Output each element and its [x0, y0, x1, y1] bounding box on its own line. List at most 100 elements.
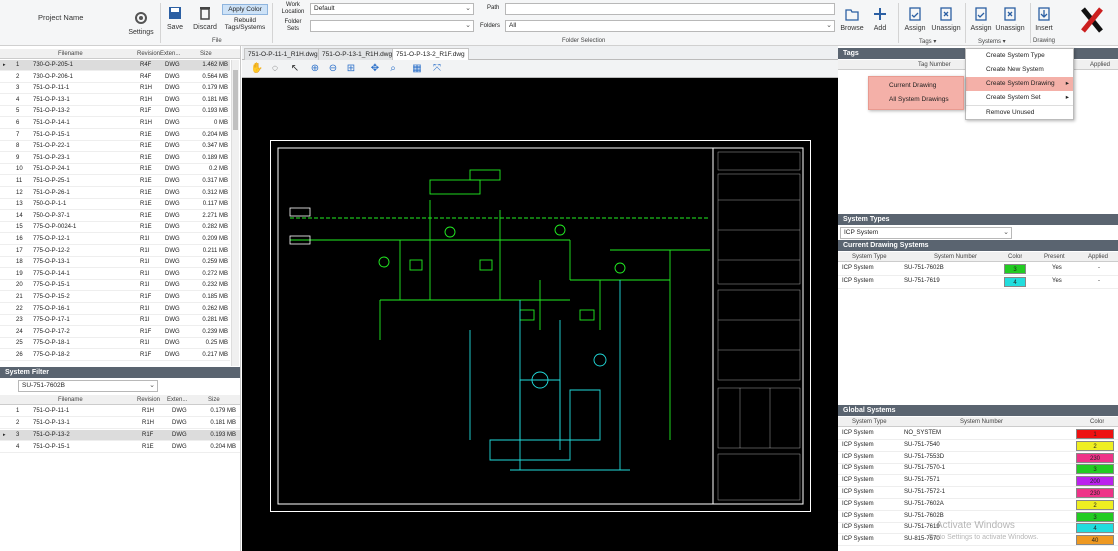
table-row[interactable]: ICP System NO_SYSTEM 1 — [838, 428, 1118, 440]
tags-assign-button[interactable]: Assign — [902, 6, 928, 33]
table-row[interactable]: 14 750-O-P-37-1 R1E DWG 2.271 MB — [0, 211, 230, 222]
table-row[interactable]: 17 775-O-P-12-2 R1I DWG 0.211 MB — [0, 246, 230, 257]
insert-button[interactable]: Insert — [1032, 6, 1056, 33]
table-row[interactable]: 7 751-O-P-15-1 R1E DWG 0.204 MB — [0, 130, 230, 141]
menu-remove-unused[interactable]: Remove Unused — [966, 105, 1073, 119]
table-row[interactable]: 25 775-O-P-18-1 R1I DWG 0.25 MB — [0, 338, 230, 350]
submenu-all-system-drawings[interactable]: All System Drawings — [869, 93, 963, 107]
tags-group-label[interactable]: Tags ▾ — [919, 38, 936, 45]
zoom-in-icon[interactable]: ⊕ — [308, 62, 322, 76]
lasso-icon[interactable]: ◌ — [268, 62, 282, 76]
zoom-window-icon[interactable]: ⊞ — [344, 62, 358, 76]
table-row[interactable]: ICP System SU-751-7602A 2 — [838, 499, 1118, 511]
apply-color-button[interactable]: Apply Color — [222, 4, 268, 15]
color-swatch[interactable]: 3 — [1076, 464, 1114, 475]
folder-sets-select[interactable]: ⌄ — [310, 20, 474, 32]
table-row[interactable]: 3 751-O-P-11-1 R1H DWG 0.179 MB — [0, 83, 230, 95]
systems-group-label[interactable]: Systems ▾ — [978, 38, 1006, 45]
color-swatch[interactable]: 200 — [1076, 476, 1114, 487]
system-types-select[interactable]: ICP System ⌄ — [840, 227, 1012, 239]
header-color[interactable]: Color — [1090, 417, 1104, 427]
pid-drawing-canvas[interactable] — [270, 140, 811, 512]
header-size[interactable]: Size — [200, 49, 212, 59]
zoom-search-icon[interactable]: ⌕ — [386, 62, 400, 76]
header-filename[interactable]: Filename — [58, 395, 83, 405]
menu-create-system-type[interactable]: Create System Type — [966, 49, 1073, 63]
header-revision[interactable]: Revision — [137, 395, 160, 405]
tab-drawing-2[interactable]: 751-O-P-13-1_R1H.dwg — [318, 48, 397, 60]
color-swatch[interactable]: 40 — [1076, 535, 1114, 546]
menu-create-system-set[interactable]: Create System Set ▸ — [966, 91, 1073, 105]
table-row[interactable]: 4 751-O-P-13-1 R1H DWG 0.181 MB — [0, 95, 230, 106]
table-row[interactable]: ▸ 1 730-O-P-205-1 R4F DWG 1.462 MB — [0, 60, 230, 71]
tab-drawing-3[interactable]: 751-O-P-13-2_R1F.dwg — [392, 48, 469, 60]
table-row[interactable]: 22 775-O-P-16-1 R1I DWG 0.262 MB — [0, 304, 230, 315]
table-row[interactable]: 26 775-O-P-18-2 R1F DWG 0.217 MB — [0, 350, 230, 361]
header-applied[interactable]: Applied — [1088, 252, 1108, 262]
header-system-number[interactable]: System Number — [934, 252, 977, 262]
table-row[interactable]: 9 751-O-P-23-1 R1E DWG 0.189 MB — [0, 153, 230, 164]
table-row[interactable]: 6 751-O-P-14-1 R1H DWG 0 MB — [0, 118, 230, 129]
header-present[interactable]: Present — [1044, 252, 1065, 262]
table-row[interactable]: 2 730-O-P-206-1 R4F DWG 0.564 MB — [0, 72, 230, 83]
header-applied[interactable]: Applied — [1090, 60, 1110, 70]
pointer-icon[interactable]: ↖ — [288, 62, 302, 76]
color-swatch[interactable]: 2 — [1076, 499, 1114, 510]
table-row[interactable]: 21 775-O-P-15-2 R1F DWG 0.185 MB — [0, 292, 230, 303]
tags-unassign-button[interactable]: Unassign — [930, 6, 962, 33]
work-location-select[interactable]: Default ⌄ — [310, 3, 474, 15]
scrollbar-thumb[interactable] — [233, 70, 238, 130]
table-row[interactable]: 20 775-O-P-15-1 R1I DWG 0.232 MB — [0, 280, 230, 292]
color-swatch[interactable]: 3 — [1076, 511, 1114, 522]
table-row[interactable]: 19 775-O-P-14-1 R1I DWG 0.272 MB — [0, 269, 230, 280]
table-row[interactable]: ICP System SU-751-7570-1 3 — [838, 463, 1118, 476]
path-input[interactable] — [505, 3, 835, 15]
header-extension[interactable]: Exten... — [160, 49, 180, 59]
color-swatch[interactable]: 1 — [1076, 429, 1114, 439]
table-row[interactable]: 5 751-O-P-13-2 R1F DWG 0.193 MB — [0, 106, 230, 118]
table-row[interactable]: 11 751-O-P-25-1 R1E DWG 0.317 MB — [0, 176, 230, 187]
menu-create-new-system[interactable]: Create New System — [966, 63, 1073, 77]
folders-select[interactable]: All ⌄ — [505, 20, 835, 32]
color-swatch[interactable]: 230 — [1076, 452, 1114, 463]
systems-unassign-button[interactable]: Unassign — [994, 6, 1026, 33]
table-row[interactable]: 24 775-O-P-17-2 R1F DWG 0.239 MB — [0, 327, 230, 338]
menu-create-system-drawing[interactable]: Create System Drawing ▸ — [966, 77, 1073, 91]
table-row[interactable]: 2 751-O-P-13-1 R1H DWG 0.181 MB — [0, 418, 240, 429]
color-swatch[interactable]: 3 — [1004, 264, 1026, 274]
table-row[interactable]: 4 751-O-P-15-1 R1E DWG 0.204 MB — [0, 442, 240, 453]
fit-screen-icon[interactable]: ⤧ — [430, 62, 444, 76]
table-row[interactable]: 13 750-O-P-1-1 R1E DWG 0.117 MB — [0, 199, 230, 211]
systems-assign-button[interactable]: Assign — [968, 6, 994, 33]
table-row[interactable]: ▸ 3 751-O-P-13-2 R1F DWG 0.193 MB — [0, 430, 240, 441]
add-button[interactable]: Add — [868, 6, 892, 33]
color-swatch[interactable]: 230 — [1076, 488, 1114, 498]
header-revision[interactable]: Revision — [137, 49, 160, 59]
table-row[interactable]: ICP System SU-751-7619 4 Yes - — [838, 276, 1118, 289]
header-tag-number[interactable]: Tag Number — [918, 60, 951, 70]
discard-button[interactable]: Discard — [190, 5, 220, 32]
project-name[interactable]: Project Name — [38, 13, 83, 22]
header-filename[interactable]: Filename — [58, 49, 98, 59]
table-row[interactable]: 10 751-O-P-24-1 R1E DWG 0.2 MB — [0, 164, 230, 176]
table-row[interactable]: ICP System SU-751-7571 200 — [838, 475, 1118, 488]
pan-hand-icon[interactable]: ✋ — [250, 62, 264, 76]
table-row[interactable]: 8 751-O-P-22-1 R1E DWG 0.347 MB — [0, 141, 230, 153]
file-grid-scrollbar[interactable] — [231, 60, 239, 366]
table-row[interactable]: ICP System SU-751-7553D 230 — [838, 452, 1118, 464]
header-system-type[interactable]: System Type — [852, 417, 887, 427]
header-color[interactable]: Color — [1008, 252, 1022, 262]
table-row[interactable]: 18 775-O-P-13-1 R1I DWG 0.259 MB — [0, 257, 230, 269]
rebuild-tags-systems-button[interactable]: Rebuild Tags/Systems — [222, 17, 268, 31]
table-row[interactable]: ICP System SU-751-7572-1 230 — [838, 487, 1118, 499]
browse-button[interactable]: Browse — [838, 6, 866, 33]
submenu-current-drawing[interactable]: Current Drawing — [869, 79, 963, 93]
table-row[interactable]: 1 751-O-P-11-1 R1H DWG 0.179 MB — [0, 406, 240, 417]
save-button[interactable]: Save — [163, 5, 187, 32]
tab-drawing-1[interactable]: 751-O-P-11-1_R1H.dwg — [244, 48, 322, 60]
layout-icon[interactable]: ▦ — [410, 62, 424, 76]
table-row[interactable]: ICP System SU-751-7540 2 — [838, 440, 1118, 452]
header-system-number[interactable]: System Number — [960, 417, 1003, 427]
zoom-extents-icon[interactable]: ✥ — [368, 62, 382, 76]
table-row[interactable]: 15 775-O-P-0024-1 R1E DWG 0.282 MB — [0, 222, 230, 234]
